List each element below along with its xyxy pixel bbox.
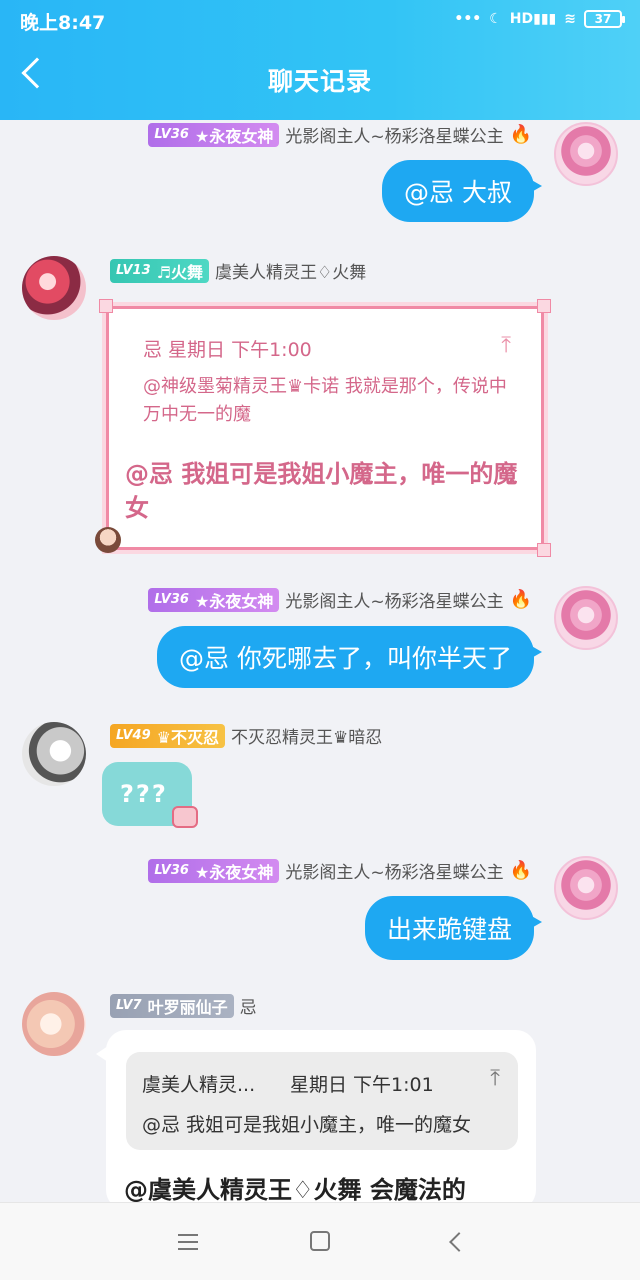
message-text: 出来跪键盘 [386, 915, 512, 944]
level-badge: LV36 ★永夜女神 [148, 122, 280, 147]
avatar[interactable] [22, 256, 86, 320]
sender-meta: LV49 ♛不灭忍 不灭忍精灵王♛暗忍 [110, 723, 382, 748]
level-badge: LV13 ♬火舞 [110, 258, 210, 283]
sender-meta: LV36 ★永夜女神 光影阁主人~杨彩洛星蝶公主 🔥 [148, 122, 532, 147]
avatar[interactable] [554, 586, 618, 650]
signal-label: HD [509, 11, 534, 27]
app-header: 晚上8:47 ••• ☾ HD▮▮▮ ≋ 37 聊天记录 [0, 0, 640, 120]
battery-level: 37 [594, 12, 612, 26]
badge-title: ★永夜女神 [194, 591, 274, 611]
message-text: @虞美人精灵王♢火舞 会魔法的 [124, 1176, 466, 1202]
quoted-message-bubble[interactable]: 忌 星期日 下午1:00 ⤒ @神级墨菊精灵王♛卡诺 我就是那个，传说中万中无一… [95, 299, 551, 557]
badge-title: ★永夜女神 [194, 126, 274, 146]
badge-title: 叶罗丽仙子 [147, 997, 228, 1017]
badge-title: ♬火舞 [156, 262, 204, 282]
quote-box[interactable]: 虞美人精灵... 星期日 下午1:01 ⤒ @忌 我姐可是我姐小魔主，唯一的魔女 [126, 1052, 518, 1150]
sender-meta: LV36 ★永夜女神 光影阁主人~杨彩洛星蝶公主 🔥 [148, 858, 532, 883]
moon-icon: ☾ [489, 11, 502, 27]
fire-icon: 🔥 [509, 860, 532, 881]
back-icon[interactable] [449, 1232, 469, 1252]
quote-text: @神级墨菊精灵王♛卡诺 我就是那个，传说中万中无一的魔 [143, 376, 507, 425]
quote-header: 忌 星期日 下午1:00 [143, 339, 312, 361]
quote-text: @忌 我姐可是我姐小魔主，唯一的魔女 [142, 1114, 472, 1136]
status-icons: ••• ☾ HD▮▮▮ ≋ 37 [454, 10, 625, 28]
sender-meta: LV13 ♬火舞 虞美人精灵王♢火舞 [110, 258, 366, 283]
chat-history[interactable]: LV36 ★永夜女神 光影阁主人~杨彩洛星蝶公主 🔥 @忌 大叔 LV13 ♬火舞 … [0, 120, 640, 1202]
pin-icon[interactable]: ⤒ [490, 1066, 500, 1091]
sender-name: 光影阁主人~杨彩洛星蝶公主 [285, 592, 504, 612]
badge-level: LV7 [116, 998, 142, 1013]
avatar[interactable] [554, 856, 618, 920]
quote-sender: 虞美人精灵... [142, 1074, 256, 1096]
sender-meta: LV7 叶罗丽仙子 忌 [110, 993, 257, 1018]
sender-name: 光影阁主人~杨彩洛星蝶公主 [285, 127, 504, 147]
battery-icon: 37 [584, 10, 625, 28]
badge-level: LV36 [154, 127, 189, 142]
wifi-icon: ≋ [564, 11, 576, 27]
sender-name: 不灭忍精灵王♛暗忍 [231, 728, 383, 748]
message-bubble[interactable]: @忌 你死哪去了，叫你半天了 [157, 626, 542, 688]
fire-icon: 🔥 [509, 124, 532, 145]
sender-name: 虞美人精灵王♢火舞 [215, 263, 367, 283]
bubble-decoration-icon [172, 806, 198, 828]
frame-corner [537, 543, 551, 557]
message-text: ??? [120, 780, 168, 808]
sender-meta: LV36 ★永夜女神 光影阁主人~杨彩洛星蝶公主 🔥 [148, 587, 532, 612]
badge-level: LV36 [154, 592, 189, 607]
quoted-message-bubble[interactable]: 虞美人精灵... 星期日 下午1:01 ⤒ @忌 我姐可是我姐小魔主，唯一的魔女… [96, 1030, 536, 1202]
level-badge: LV36 ★永夜女神 [148, 858, 280, 883]
message-text: @忌 大叔 [404, 178, 512, 207]
menu-icon[interactable] [178, 1234, 200, 1250]
avatar[interactable] [22, 992, 86, 1056]
badge-title: ★永夜女神 [194, 862, 274, 882]
home-icon[interactable] [310, 1231, 330, 1251]
badge-title: ♛不灭忍 [156, 727, 220, 747]
pin-icon[interactable]: ⤒ [501, 333, 511, 358]
message-bubble[interactable]: @忌 大叔 [382, 160, 542, 222]
avatar[interactable] [554, 122, 618, 186]
quote-time: 星期日 下午1:01 [290, 1074, 434, 1096]
dots-icon: ••• [454, 11, 482, 27]
sender-name: 光影阁主人~杨彩洛星蝶公主 [285, 863, 504, 883]
badge-level: LV36 [154, 863, 189, 878]
page-title: 聊天记录 [267, 67, 372, 96]
status-time: 晚上8:47 [20, 12, 106, 34]
status-bar: 晚上8:47 ••• ☾ HD▮▮▮ ≋ 37 [20, 8, 625, 34]
message-text: @忌 你死哪去了，叫你半天了 [179, 644, 512, 673]
level-badge: LV7 叶罗丽仙子 [110, 993, 234, 1018]
message-bubble[interactable]: 出来跪键盘 [364, 896, 543, 960]
system-nav-bar [0, 1202, 640, 1280]
badge-level: LV13 [116, 263, 151, 278]
level-badge: LV49 ♛不灭忍 [110, 723, 226, 748]
signal-icon: HD▮▮▮ [509, 11, 557, 27]
frame-corner [99, 299, 113, 313]
chibi-decoration-icon [95, 527, 121, 553]
badge-level: LV49 [116, 728, 151, 743]
level-badge: LV36 ★永夜女神 [148, 587, 280, 612]
sender-name: 忌 [239, 998, 257, 1018]
message-text: @忌 我姐可是我姐小魔主，唯一的魔女 [125, 460, 518, 522]
frame-corner [537, 299, 551, 313]
avatar[interactable] [22, 722, 86, 786]
fire-icon: 🔥 [509, 589, 532, 610]
